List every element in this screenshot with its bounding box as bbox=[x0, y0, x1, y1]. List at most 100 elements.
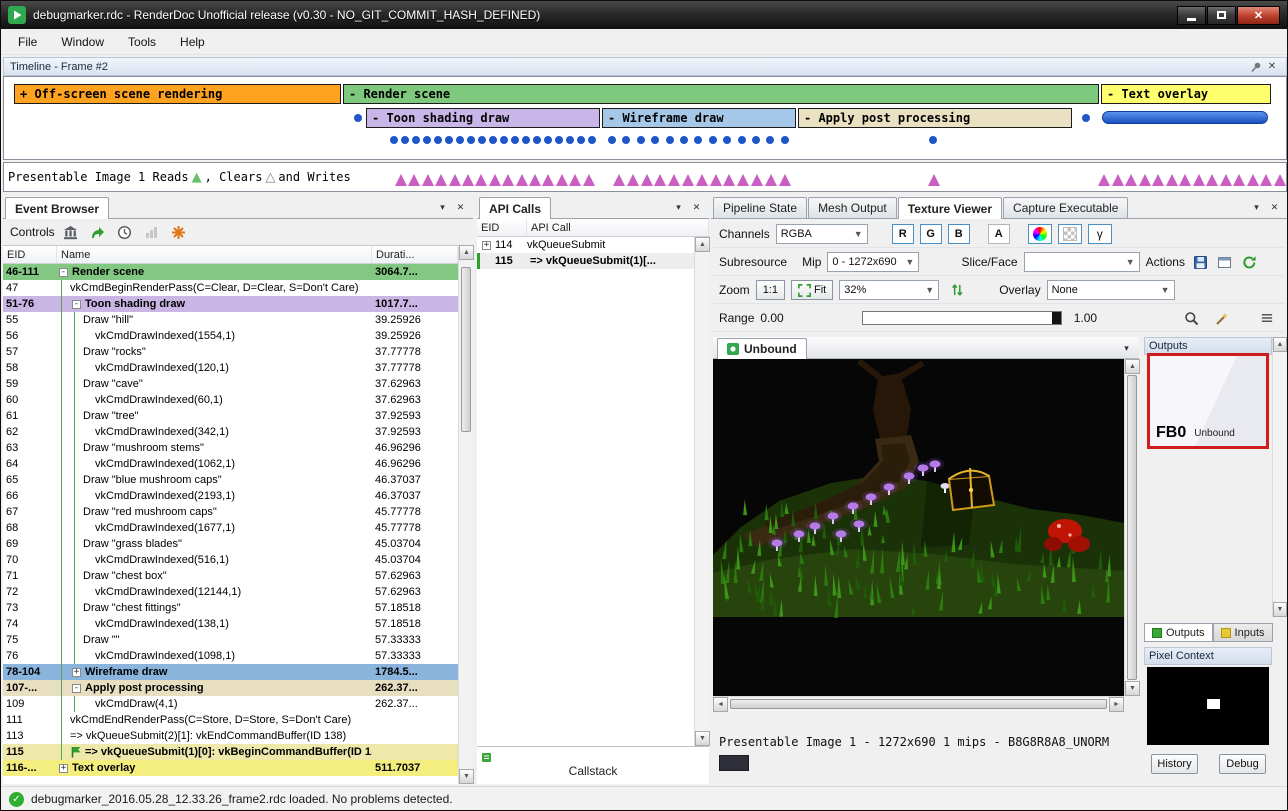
blue-channel-button[interactable]: B bbox=[948, 224, 970, 244]
scroll-right-icon[interactable]: ► bbox=[1109, 697, 1124, 712]
scroll-down-icon[interactable]: ▼ bbox=[459, 769, 474, 784]
duration-column-header[interactable]: Durati... bbox=[372, 246, 458, 263]
title-bar[interactable]: debugmarker.rdc - RenderDoc Unofficial r… bbox=[1, 1, 1287, 29]
scroll-left-icon[interactable]: ◄ bbox=[713, 697, 728, 712]
event-row[interactable]: 58vkCmdDrawIndexed(120,1)37.77778 bbox=[3, 360, 458, 376]
event-dot[interactable] bbox=[694, 136, 702, 144]
event-row[interactable]: 111vkCmdEndRenderPass(C=Store, D=Store, … bbox=[3, 712, 458, 728]
event-dot[interactable] bbox=[390, 136, 398, 144]
expand-box-icon[interactable]: + bbox=[72, 668, 81, 677]
tab-texture-viewer[interactable]: Texture Viewer bbox=[898, 197, 1002, 219]
text-overlay-events-pill[interactable] bbox=[1102, 111, 1268, 124]
event-row[interactable]: 71Draw "chest box"57.62963 bbox=[3, 568, 458, 584]
eb-close-icon[interactable]: ✕ bbox=[453, 200, 468, 214]
timeline-canvas[interactable]: + Off-screen scene rendering- Render sce… bbox=[3, 76, 1287, 160]
alpha-checker-button[interactable] bbox=[1058, 224, 1082, 244]
collapse-box-icon[interactable]: - bbox=[59, 268, 68, 277]
scrollbar-thumb[interactable] bbox=[1127, 375, 1137, 680]
event-dot[interactable] bbox=[354, 114, 362, 122]
texture-vscrollbar[interactable]: ▲ ▼ bbox=[1124, 359, 1139, 696]
timeline-close-icon[interactable]: ✕ bbox=[1264, 60, 1280, 74]
collapse-box-icon[interactable]: - bbox=[72, 684, 81, 693]
range-options-button[interactable] bbox=[1255, 308, 1279, 328]
event-row[interactable]: 107-...-Apply post processing262.37... bbox=[3, 680, 458, 696]
overlay-combo[interactable]: None▼ bbox=[1047, 280, 1175, 300]
tab-pipeline-state[interactable]: Pipeline State bbox=[713, 197, 807, 218]
event-dot[interactable] bbox=[723, 136, 731, 144]
event-row[interactable]: 74vkCmdDrawIndexed(138,1)57.18518 bbox=[3, 616, 458, 632]
event-dot[interactable] bbox=[752, 136, 760, 144]
event-dot[interactable] bbox=[577, 136, 585, 144]
green-channel-button[interactable]: G bbox=[920, 224, 942, 244]
pixel-context-view[interactable] bbox=[1147, 667, 1269, 745]
event-row[interactable]: 47vkCmdBeginRenderPass(C=Clear, D=Clear,… bbox=[3, 280, 458, 296]
scroll-up-icon[interactable]: ▲ bbox=[1125, 359, 1140, 374]
dock-menu-icon[interactable]: ▾ bbox=[1249, 200, 1264, 214]
menu-help[interactable]: Help bbox=[168, 31, 217, 53]
outputs-scrollbar[interactable]: ▲ ▼ bbox=[1272, 337, 1286, 617]
event-dot[interactable] bbox=[434, 136, 442, 144]
event-dot[interactable] bbox=[423, 136, 431, 144]
tab-capture-executable[interactable]: Capture Executable bbox=[1003, 197, 1128, 218]
scroll-up-icon[interactable]: ▲ bbox=[459, 245, 474, 260]
history-button[interactable]: History bbox=[1151, 754, 1198, 774]
event-row[interactable]: 69Draw "grass blades"45.03704 bbox=[3, 536, 458, 552]
event-dot[interactable] bbox=[566, 136, 574, 144]
api-eid-column-header[interactable]: EID bbox=[477, 219, 527, 236]
event-dot[interactable] bbox=[467, 136, 475, 144]
scroll-down-icon[interactable]: ▼ bbox=[1125, 681, 1140, 696]
menu-tools[interactable]: Tools bbox=[116, 31, 168, 53]
event-row[interactable]: 113=> vkQueueSubmit(2)[1]: vkEndCommandB… bbox=[3, 728, 458, 744]
event-row[interactable]: 75Draw ""57.33333 bbox=[3, 632, 458, 648]
api-calls-scrollbar[interactable]: ▲ ▼ bbox=[694, 237, 709, 746]
scroll-down-icon[interactable]: ▼ bbox=[1273, 602, 1287, 617]
timeline-bar--wireframe-draw[interactable]: - Wireframe draw bbox=[602, 108, 796, 128]
eid-column-header[interactable]: EID bbox=[3, 246, 57, 263]
event-dot[interactable] bbox=[500, 136, 508, 144]
texture-tab-list-icon[interactable]: ▾ bbox=[1119, 341, 1134, 355]
event-dot[interactable] bbox=[412, 136, 420, 144]
api-row[interactable]: +114vkQueueSubmit bbox=[477, 237, 709, 253]
event-dot[interactable] bbox=[666, 136, 674, 144]
event-row[interactable]: 109vkCmdDraw(4,1)262.37... bbox=[3, 696, 458, 712]
eb-menu-icon[interactable]: ▾ bbox=[435, 200, 450, 214]
event-row[interactable]: 70vkCmdDrawIndexed(516,1)45.03704 bbox=[3, 552, 458, 568]
event-dot[interactable] bbox=[555, 136, 563, 144]
event-dot[interactable] bbox=[1082, 114, 1090, 122]
event-row[interactable]: 116-...+Text overlay511.7037 bbox=[3, 760, 458, 776]
event-row[interactable]: 67Draw "red mushroom caps"45.77778 bbox=[3, 504, 458, 520]
event-row[interactable]: 68vkCmdDrawIndexed(1677,1)45.77778 bbox=[3, 520, 458, 536]
event-dot[interactable] bbox=[680, 136, 688, 144]
open-window-button[interactable] bbox=[1216, 252, 1235, 272]
api-menu-icon[interactable]: ▾ bbox=[671, 200, 686, 214]
event-row[interactable]: 66vkCmdDrawIndexed(2193,1)46.37037 bbox=[3, 488, 458, 504]
expand-box-icon[interactable]: + bbox=[482, 241, 491, 250]
event-dot[interactable] bbox=[489, 136, 497, 144]
save-button[interactable] bbox=[1191, 252, 1210, 272]
tab-event-browser[interactable]: Event Browser bbox=[5, 197, 109, 219]
event-row[interactable]: 62vkCmdDrawIndexed(342,1)37.92593 bbox=[3, 424, 458, 440]
scroll-up-icon[interactable]: ▲ bbox=[695, 237, 710, 252]
event-dot[interactable] bbox=[651, 136, 659, 144]
event-row[interactable]: 57Draw "rocks"37.77778 bbox=[3, 344, 458, 360]
scroll-up-icon[interactable]: ▲ bbox=[1273, 337, 1287, 352]
stats-icon[interactable] bbox=[141, 222, 163, 242]
timeline-bar--off-screen-scene-rendering[interactable]: + Off-screen scene rendering bbox=[14, 84, 341, 104]
scrollbar-thumb[interactable] bbox=[461, 267, 471, 432]
flip-y-button[interactable] bbox=[945, 280, 969, 300]
api-call-column-header[interactable]: API Call bbox=[527, 219, 709, 236]
event-dot[interactable] bbox=[511, 136, 519, 144]
zoom-1to1-button[interactable]: 1:1 bbox=[756, 280, 785, 300]
event-row[interactable]: 65Draw "blue mushroom caps"46.37037 bbox=[3, 472, 458, 488]
event-dot[interactable] bbox=[588, 136, 596, 144]
event-row[interactable]: 72vkCmdDrawIndexed(12144,1)57.62963 bbox=[3, 584, 458, 600]
event-row[interactable]: 76vkCmdDrawIndexed(1098,1)57.33333 bbox=[3, 648, 458, 664]
time-draws-icon[interactable] bbox=[60, 222, 82, 242]
event-row[interactable]: 60vkCmdDrawIndexed(60,1)37.62963 bbox=[3, 392, 458, 408]
event-row[interactable]: 78-104+Wireframe draw1784.5... bbox=[3, 664, 458, 680]
event-dot[interactable] bbox=[478, 136, 486, 144]
tab-unbound-texture[interactable]: Unbound bbox=[717, 338, 807, 359]
range-wand-button[interactable] bbox=[1209, 308, 1233, 328]
range-slider[interactable] bbox=[862, 311, 1062, 325]
name-column-header[interactable]: Name bbox=[57, 246, 372, 263]
